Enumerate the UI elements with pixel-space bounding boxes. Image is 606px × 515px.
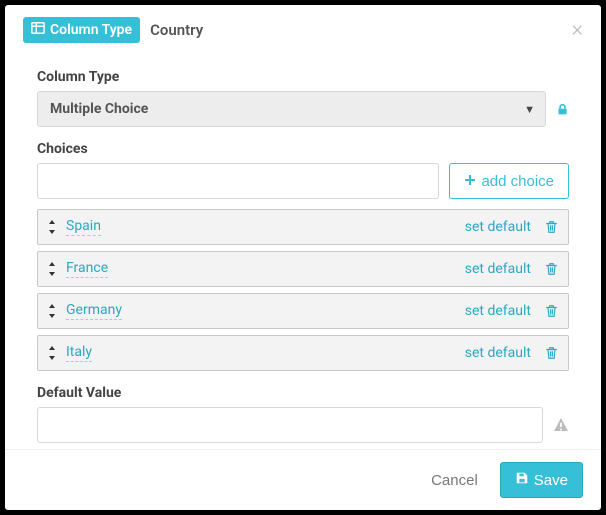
drag-handle-icon[interactable] (48, 220, 56, 234)
choice-label[interactable]: France (66, 260, 108, 278)
trash-icon[interactable] (545, 262, 558, 276)
new-choice-input[interactable] (37, 163, 439, 199)
chevron-down-icon: ▼ (514, 103, 545, 116)
modal-body: Column Type Multiple Choice ▼ Choices ad… (5, 51, 601, 449)
choices-label: Choices (37, 141, 569, 157)
choice-label[interactable]: Germany (66, 302, 122, 320)
column-type-value: Multiple Choice (38, 101, 514, 117)
default-value-input[interactable] (37, 407, 543, 443)
warning-icon (553, 417, 569, 433)
table-icon (31, 21, 45, 39)
column-type-label: Column Type (37, 69, 569, 85)
lock-icon[interactable] (556, 103, 569, 116)
trash-icon[interactable] (545, 304, 558, 318)
choice-row: Germany set default (37, 293, 569, 329)
plus-icon (464, 173, 476, 190)
choices-list: Spainset defaultFranceset defaultGermany… (37, 209, 569, 371)
add-choice-label: add choice (481, 173, 554, 190)
drag-handle-icon[interactable] (48, 304, 56, 318)
set-default-link[interactable]: set default (465, 219, 531, 235)
choice-row: Spain set default (37, 209, 569, 245)
choice-label[interactable]: Spain (66, 218, 101, 236)
column-type-badge: Column Type (23, 17, 140, 43)
trash-icon[interactable] (545, 346, 558, 360)
drag-handle-icon[interactable] (48, 262, 56, 276)
set-default-link[interactable]: set default (465, 303, 531, 319)
modal-column-type: Column Type Country × Column Type Multip… (5, 5, 601, 510)
set-default-link[interactable]: set default (465, 261, 531, 277)
save-label: Save (534, 472, 568, 489)
default-value-label: Default Value (37, 385, 569, 401)
drag-handle-icon[interactable] (48, 346, 56, 360)
column-type-select[interactable]: Multiple Choice ▼ (37, 91, 546, 127)
choice-label[interactable]: Italy (66, 344, 92, 362)
set-default-link[interactable]: set default (465, 345, 531, 361)
cancel-button[interactable]: Cancel (417, 462, 492, 498)
choice-row: Italy set default (37, 335, 569, 371)
modal-footer: Cancel Save (5, 449, 601, 510)
close-icon[interactable]: × (571, 19, 583, 41)
choice-row: France set default (37, 251, 569, 287)
add-choice-button[interactable]: add choice (449, 163, 569, 199)
trash-icon[interactable] (545, 220, 558, 234)
save-button[interactable]: Save (500, 462, 583, 498)
save-icon (515, 471, 529, 489)
modal-header: Column Type Country × (5, 5, 601, 51)
modal-title: Country (150, 21, 203, 39)
badge-label: Column Type (50, 22, 132, 38)
